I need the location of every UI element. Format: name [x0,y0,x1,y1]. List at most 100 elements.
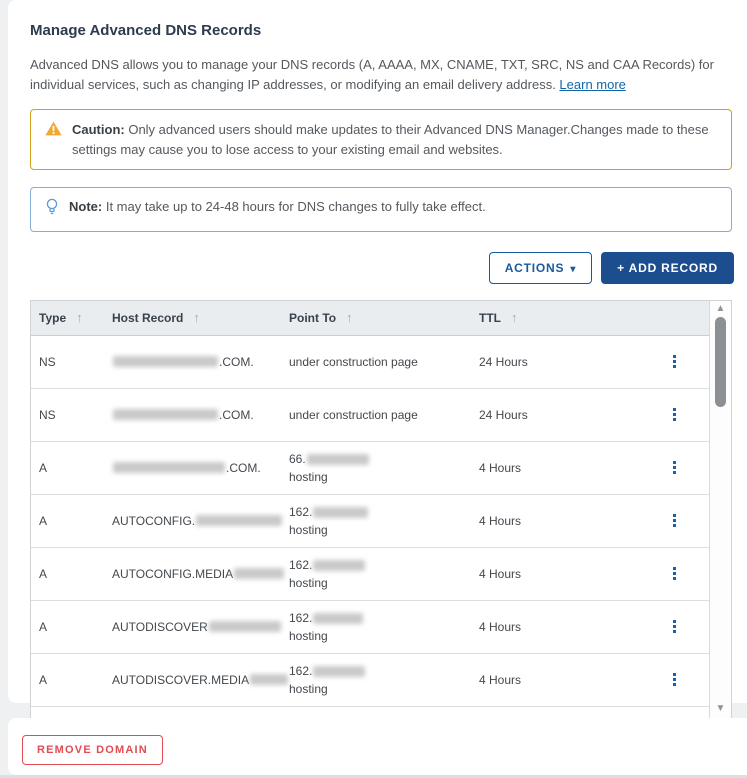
cell-point-to: 66. hosting [289,450,479,486]
scroll-up-icon[interactable]: ▲ [716,303,726,314]
cell-type: A [39,566,48,581]
point-to-line1: 162. [289,609,364,627]
cell-host-record: .COM. [112,355,289,369]
row-menu-kebab-icon[interactable] [669,669,680,690]
row-menu-kebab-icon[interactable] [669,616,680,637]
host-text: AUTODISCOVER [112,619,208,634]
redacted-host-text [113,462,225,474]
column-label: TTL [479,310,501,325]
table-rows-container: NS .COM. under construction page 24 Hour… [31,335,709,707]
table-body: Type ↑ Host Record ↑ Point To ↑ TTL ↑ NS .CO… [31,300,710,718]
redacted-point-text [313,613,364,625]
actions-dropdown-button[interactable]: ACTIONS ▾ [488,251,593,284]
point-to-text: under construction page [289,354,418,369]
sort-icon[interactable]: ↑ [346,310,353,325]
row-menu-kebab-icon[interactable] [669,404,680,425]
cell-ttl: 4 Hours [479,513,522,528]
sort-icon[interactable]: ↑ [511,310,518,325]
point-to-text: under construction page [289,407,418,422]
table-row: A AUTODISCOVER 162. hosting 4 Hours [31,600,709,654]
point-to-line1: 162. [289,556,366,574]
dns-records-table: Type ↑ Host Record ↑ Point To ↑ TTL ↑ NS .CO… [30,299,732,719]
page-description: Advanced DNS allows you to manage your D… [22,39,740,95]
redacted-host-text [113,409,218,421]
caution-label: Caution: [72,122,125,138]
column-header-point-to[interactable]: Point To ↑ [289,310,479,325]
cell-type: A [39,513,48,528]
point-to-text: 162. [289,557,313,572]
point-to-text: 162. [289,663,313,678]
cell-actions [639,616,709,637]
column-label: Host Record [112,310,184,325]
point-to-line2: hosting [289,522,328,537]
actions-label: ACTIONS [504,260,565,275]
sort-icon[interactable]: ↑ [76,310,83,325]
host-text: AUTOCONFIG. [112,513,196,528]
column-label: Type [39,310,67,325]
cell-ttl: 4 Hours [479,619,522,634]
caution-text: Caution: Only advanced users should make… [72,120,717,159]
cell-point-to: 162. hosting [289,609,479,645]
point-to-text: 162. [289,610,313,625]
cell-actions [639,457,709,478]
cell-host-record: AUTODISCOVER.MEDIA [112,673,289,687]
cell-ttl: 24 Hours [479,407,528,422]
row-menu-kebab-icon[interactable] [669,563,680,584]
scroll-down-icon[interactable]: ▼ [716,703,726,714]
cell-point-to: 162. hosting [289,503,479,539]
note-label: Note: [69,199,103,215]
row-menu-kebab-icon[interactable] [669,351,680,372]
sort-icon[interactable]: ↑ [193,310,200,325]
host-text: AUTODISCOVER.MEDIA [112,672,250,687]
note-text: Note: It may take up to 24-48 hours for … [69,197,486,217]
cell-actions [639,669,709,690]
scrollbar-thumb[interactable] [715,316,726,407]
column-header-host-record[interactable]: Host Record ↑ [112,310,289,325]
cell-type: NS [39,354,56,369]
cell-actions [639,563,709,584]
point-to-line1: 162. [289,503,369,521]
cell-type: NS [39,407,56,422]
point-to-text: 66. [289,451,306,466]
cell-host-record: .COM. [112,461,289,475]
cell-host-record: AUTOCONFIG.MEDIA [112,567,289,581]
cell-actions [639,404,709,425]
point-to-line2: hosting [289,575,328,590]
cell-host-record: AUTOCONFIG. [112,514,289,528]
note-banner: Note: It may take up to 24-48 hours for … [30,187,732,232]
cell-ttl: 4 Hours [479,566,522,581]
add-record-button[interactable]: + ADD RECORD [601,251,734,284]
cell-ttl: 24 Hours [479,354,528,369]
redacted-point-text [313,507,369,519]
remove-domain-button[interactable]: REMOVE DOMAIN [22,735,163,765]
cell-type: A [39,619,48,634]
cell-point-to: under construction page [289,406,479,424]
cell-host-record: AUTODISCOVER [112,620,289,634]
column-header-ttl[interactable]: TTL ↑ [479,310,639,325]
row-menu-kebab-icon[interactable] [669,457,680,478]
learn-more-link[interactable]: Learn more [559,77,625,92]
point-to-text: 162. [289,504,313,519]
page-title: Manage Advanced DNS Records [30,22,262,39]
dns-records-card: Manage Advanced DNS Records Advanced DNS… [8,0,747,719]
point-to-line1: 66. [289,450,370,468]
caution-body: Only advanced users should make updates … [72,122,709,157]
point-to-line2: hosting [289,628,328,643]
redacted-point-text [313,666,366,678]
column-header-type[interactable]: Type ↑ [31,310,112,325]
table-row: NS .COM. under construction page 24 Hour… [31,335,709,389]
cell-actions [639,351,709,372]
redacted-host-text [208,621,281,633]
cell-point-to: 162. hosting [289,662,479,698]
lightbulb-icon [45,198,59,222]
column-label: Point To [289,310,337,325]
cell-actions [639,510,709,531]
cell-ttl: 4 Hours [479,460,522,475]
redacted-host-text [196,515,283,527]
table-scrollbar[interactable]: ▲ ▼ [710,300,731,718]
cell-host-record: .COM. [112,408,289,422]
table-row: NS .COM. under construction page 24 Hour… [31,388,709,442]
row-menu-kebab-icon[interactable] [669,510,680,531]
warning-triangle-icon [45,121,62,142]
redacted-point-text [306,454,369,466]
